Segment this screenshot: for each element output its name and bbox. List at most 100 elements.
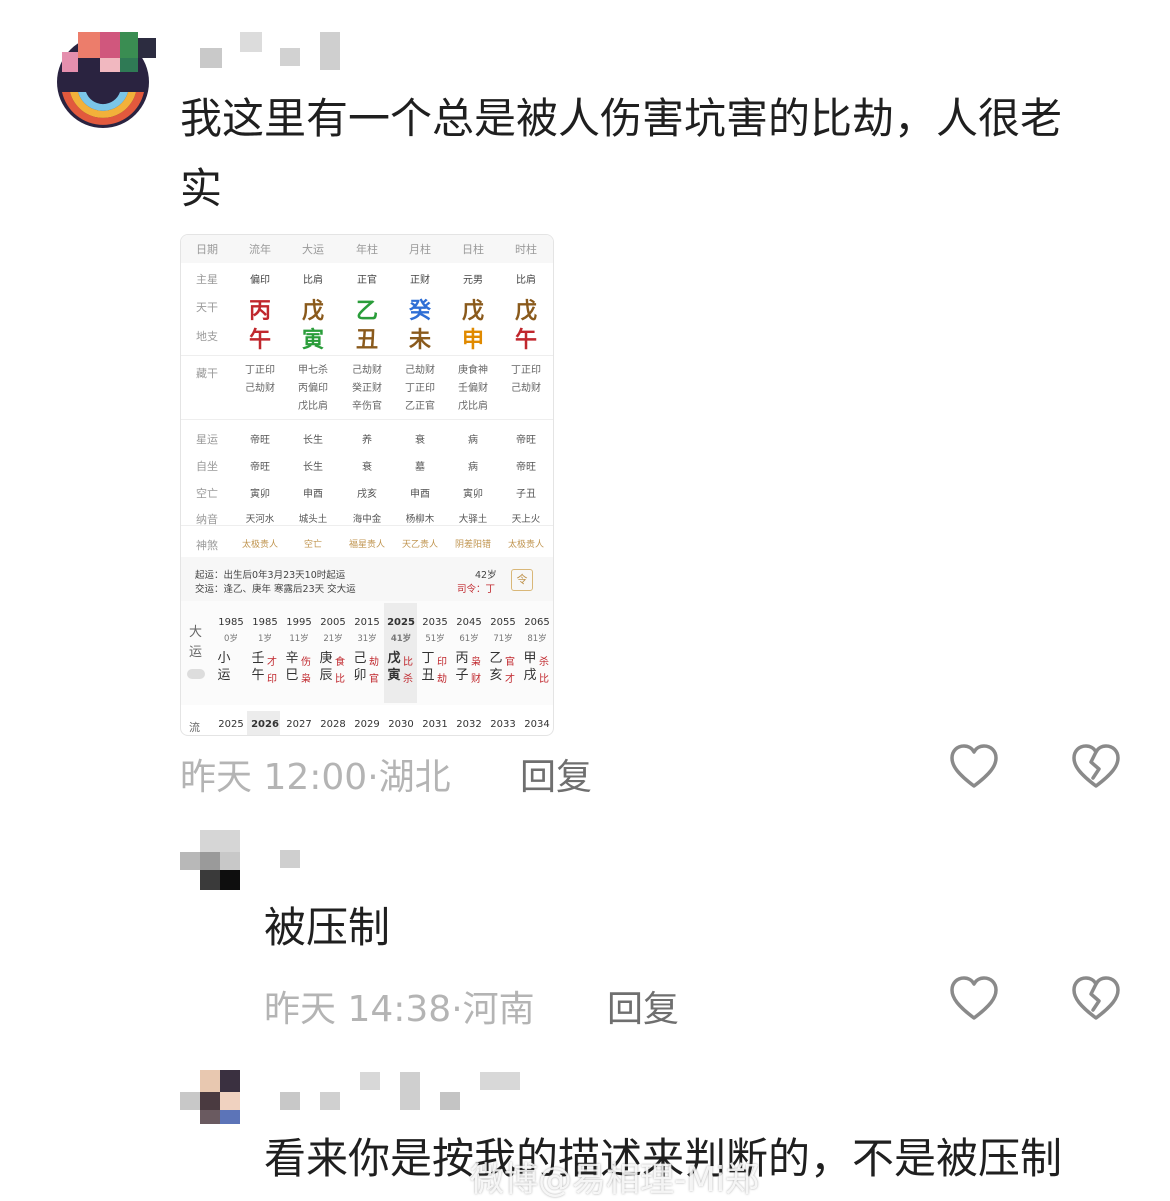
liunian-year[interactable]: 2026 xyxy=(249,719,281,730)
zhuxing-cell: 正财 xyxy=(410,275,430,286)
comment-time: 昨天 14:38 xyxy=(264,989,452,1030)
dizhi-char: 申 xyxy=(461,328,484,353)
dayun-year[interactable]: 2035 xyxy=(419,617,451,628)
like-button[interactable] xyxy=(948,974,1000,1026)
dayun-year[interactable]: 2055 xyxy=(487,617,519,628)
avatar-image xyxy=(57,32,156,128)
zizuo-cell: 帝旺 xyxy=(516,462,536,473)
zhuxing-cell: 比肩 xyxy=(516,275,536,286)
dayun-zhi: 亥 xyxy=(489,668,503,683)
comment-location: 湖北 xyxy=(378,757,451,798)
liunian-year[interactable]: 2030 xyxy=(385,719,417,730)
dayun-shishen: 比 xyxy=(403,657,413,668)
xingyun-cell: 病 xyxy=(468,435,478,446)
dayun-shishen: 劫 xyxy=(437,674,447,685)
dizhi-char: 午 xyxy=(514,328,537,353)
canggan-item: 丁正印 xyxy=(405,383,435,394)
liunian-year[interactable]: 2029 xyxy=(351,719,383,730)
heart-outline-icon xyxy=(950,976,998,1020)
comment-meta: 昨天 12:00·湖北 xyxy=(180,748,451,800)
canggan-item: 癸正财 xyxy=(352,383,382,394)
liunian-year[interactable]: 2027 xyxy=(283,719,315,730)
canggan-item: 丙偏印 xyxy=(298,383,328,394)
nayin-cell: 海中金 xyxy=(352,514,382,525)
jiaoyun-text: 交运：逢乙、庚年 寒露后23天 交大运 xyxy=(195,584,356,595)
chart-column-header: 流年 xyxy=(249,243,271,256)
dizhi-char: 丑 xyxy=(355,328,378,353)
zizuo-cell: 墓 xyxy=(415,462,425,473)
dayun-zhi: 运 xyxy=(217,668,231,683)
canggan-item: 壬偏财 xyxy=(458,383,488,394)
dayun-year[interactable]: 2065 xyxy=(521,617,553,628)
tiangan-char: 丙 xyxy=(248,299,271,324)
dislike-button[interactable] xyxy=(1070,742,1122,794)
zizuo-cell: 衰 xyxy=(362,462,372,473)
dayun-shishen: 印 xyxy=(437,657,447,668)
liunian-year[interactable]: 2028 xyxy=(317,719,349,730)
dayun-year[interactable]: 1995 xyxy=(283,617,315,628)
chart-column-header: 年柱 xyxy=(356,243,378,256)
canggan-item: 丁正印 xyxy=(245,365,275,376)
liunian-year[interactable]: 2032 xyxy=(453,719,485,730)
calendar-icon[interactable]: 令 xyxy=(511,569,533,591)
shensha-cell: 阴差阳错 xyxy=(454,540,491,550)
zizuo-cell: 长生 xyxy=(303,462,323,473)
zhuxing-cell: 元男 xyxy=(463,275,483,286)
tiangan-char: 戊 xyxy=(461,299,484,324)
age-text: 42岁 xyxy=(475,570,497,581)
canggan-item: 甲七杀 xyxy=(298,365,328,376)
dayun-zhi: 巳 xyxy=(285,668,299,683)
watermark: 微博@易相理-Mi郑 xyxy=(470,1160,760,1200)
chart-row-label: 藏干 xyxy=(196,367,218,380)
liunian-year[interactable]: 2025 xyxy=(215,719,247,730)
dayun-year[interactable]: 1985 xyxy=(249,617,281,628)
broken-heart-icon xyxy=(1072,976,1120,1020)
canggan-item: 己劫财 xyxy=(352,365,382,376)
dislike-button[interactable] xyxy=(1070,974,1122,1026)
nayin-cell: 城头土 xyxy=(298,514,328,525)
zizuo-cell: 病 xyxy=(468,462,478,473)
dayun-year[interactable]: 1985 xyxy=(215,617,247,628)
chart-divider xyxy=(181,419,553,420)
toggle-switch[interactable] xyxy=(187,669,205,679)
reply-button[interactable]: 回复 xyxy=(520,748,592,800)
shensha-cell: 福星贵人 xyxy=(348,540,385,550)
dayun-shishen: 比 xyxy=(539,674,549,685)
dayun-year[interactable]: 2015 xyxy=(351,617,383,628)
tiangan-char: 戊 xyxy=(514,299,537,324)
chart-column-header: 月柱 xyxy=(409,243,431,256)
bazi-chart-image[interactable]: 日期 流年 大运 年柱 月柱 日柱 时柱 主星 天干 地支 藏干 星运 自坐 空亡 纳音 神煞 偏印丙午丁正印己… xyxy=(180,234,554,736)
zhuxing-cell: 正官 xyxy=(357,275,377,286)
dayun-zhi: 寅 xyxy=(387,668,401,683)
chart-divider xyxy=(181,525,553,526)
dayun-gan: 庚 xyxy=(319,651,333,666)
dayun-shishen: 枭 xyxy=(301,674,311,685)
dayun-year[interactable]: 2005 xyxy=(317,617,349,628)
kongwang-cell: 申酉 xyxy=(410,489,430,500)
dayun-shishen: 比 xyxy=(335,674,345,685)
like-button[interactable] xyxy=(948,742,1000,794)
canggan-item: 戊比肩 xyxy=(298,401,328,412)
canggan-item: 己劫财 xyxy=(405,365,435,376)
siling-text: 司令：丁 xyxy=(457,584,496,595)
liunian-year[interactable]: 2034 xyxy=(521,719,553,730)
chart-row-label: 神煞 xyxy=(196,539,218,552)
liunian-year[interactable]: 2033 xyxy=(487,719,519,730)
dayun-zhi: 戌 xyxy=(523,668,537,683)
dayun-age: 21岁 xyxy=(323,634,343,644)
reply-button[interactable]: 回复 xyxy=(607,980,679,1032)
dayun-shishen: 官 xyxy=(369,674,379,685)
dayun-age: 81岁 xyxy=(527,634,547,644)
shensha-cell: 太极贵人 xyxy=(241,540,278,550)
dayun-zhi: 子 xyxy=(455,668,469,683)
shensha-cell: 天乙贵人 xyxy=(401,540,438,550)
meta-dot: · xyxy=(367,757,379,798)
avatar[interactable] xyxy=(48,30,158,128)
dayun-year[interactable]: 2025 xyxy=(385,617,417,628)
liunian-year[interactable]: 2031 xyxy=(419,719,451,730)
dayun-gan: 丁 xyxy=(421,651,435,666)
dayun-year[interactable]: 2045 xyxy=(453,617,485,628)
xingyun-cell: 衰 xyxy=(415,435,425,446)
dayun-shishen: 才 xyxy=(505,674,515,685)
dayun-shishen: 食 xyxy=(335,657,345,668)
